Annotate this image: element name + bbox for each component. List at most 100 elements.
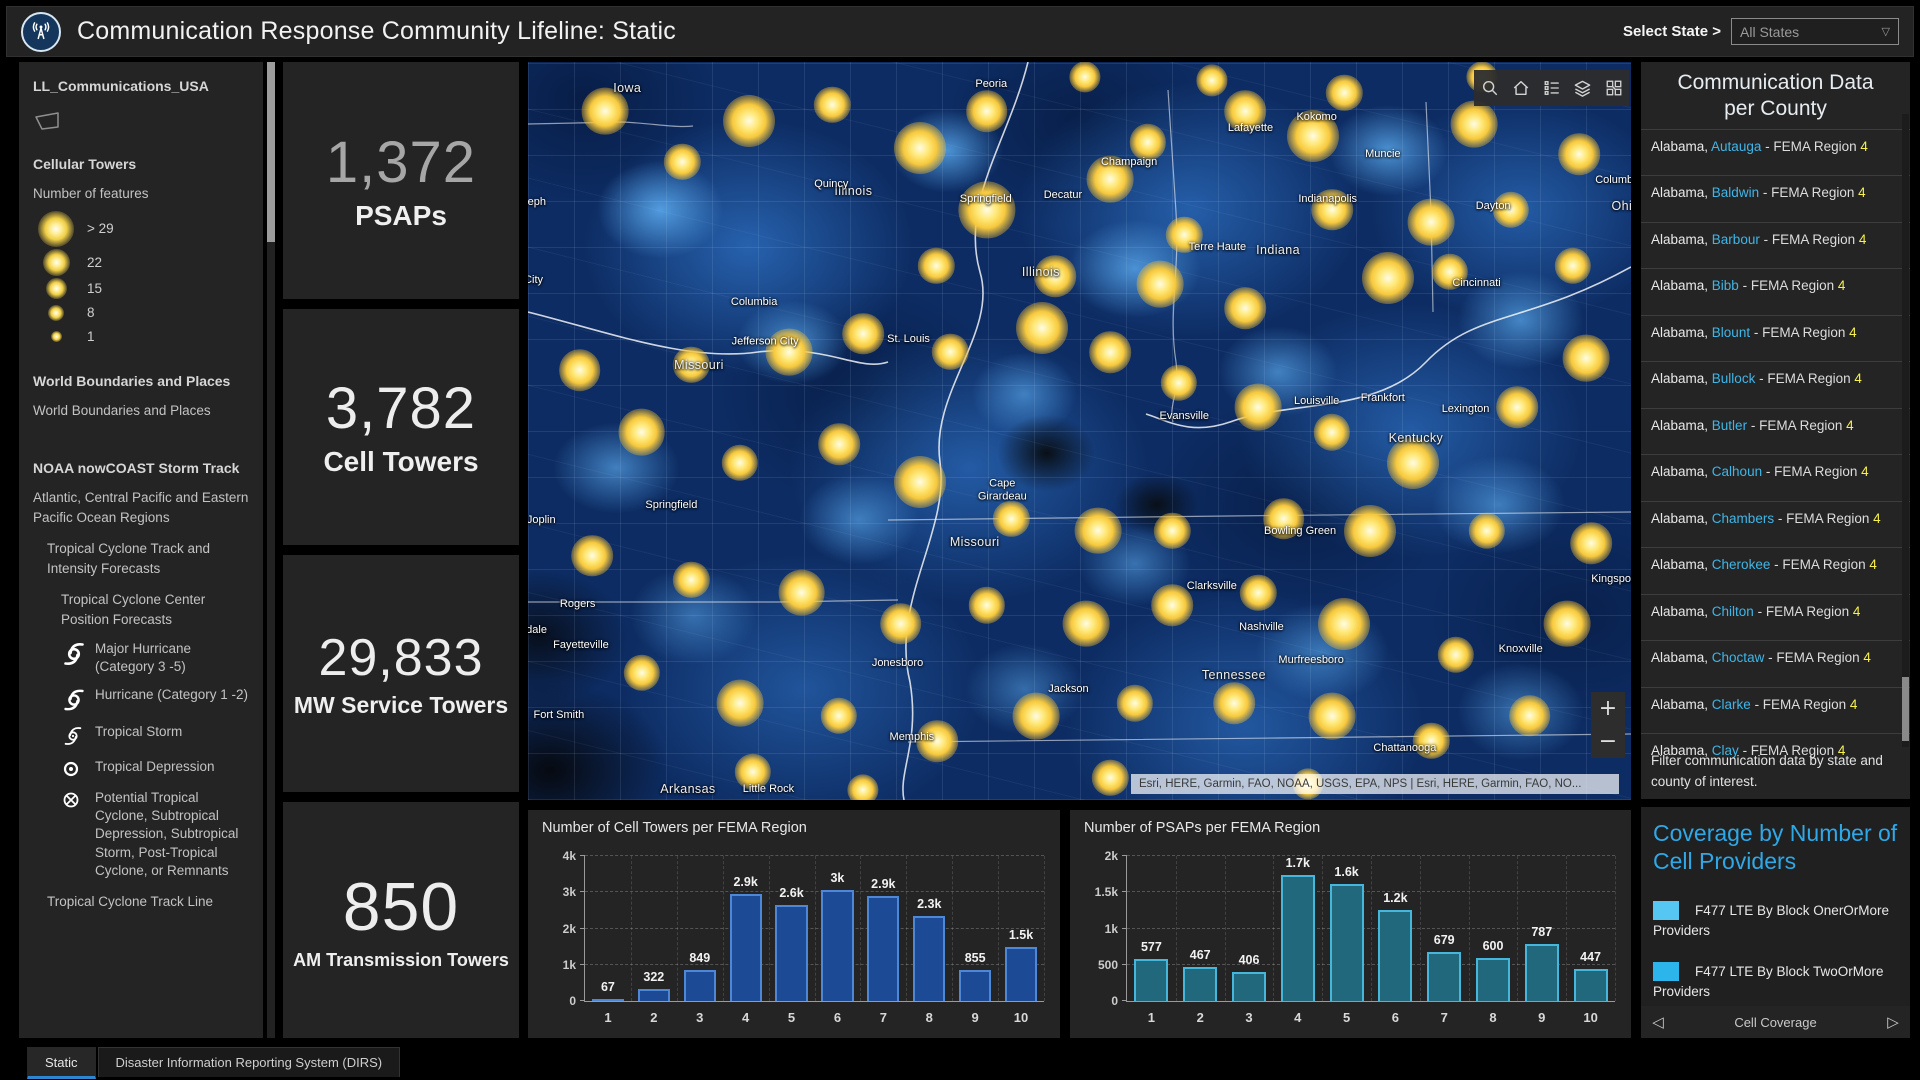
cellular-density-dot xyxy=(33,325,79,349)
cell-tower-cluster xyxy=(1240,574,1276,610)
bar-region-4[interactable] xyxy=(730,894,762,1001)
cellular-density-dot xyxy=(33,248,79,277)
county-suffix: - FEMA Region xyxy=(1763,185,1858,200)
county-row[interactable]: Alabama, Blount - FEMA Region 4 xyxy=(1641,315,1910,362)
cell-tower-cluster xyxy=(1166,216,1202,252)
county-name: Calhoun xyxy=(1712,464,1766,479)
county-scrollbar[interactable] xyxy=(1902,114,1909,747)
city-label: Frankfort xyxy=(1361,392,1405,404)
view-tabs: StaticDisaster Information Reporting Sys… xyxy=(27,1047,400,1079)
state-dropdown[interactable]: All States ▽ xyxy=(1731,18,1899,45)
zoom-in-button[interactable]: + xyxy=(1591,692,1625,725)
bar-region-1[interactable] xyxy=(1134,959,1168,1001)
county-filter-note: Filter communication data by state and c… xyxy=(1651,750,1894,793)
county-state: Alabama, xyxy=(1651,650,1712,665)
city-label: Quincy xyxy=(814,178,848,190)
cell-tower-cluster xyxy=(1092,760,1128,796)
gridline xyxy=(677,856,678,1001)
zoom-out-button[interactable]: − xyxy=(1591,725,1625,758)
bar-value-label: 787 xyxy=(1517,925,1566,939)
cell-tower-cluster xyxy=(1558,133,1600,175)
scrollbar-thumb[interactable] xyxy=(267,62,275,242)
county-row[interactable]: Alabama, Calhoun - FEMA Region 4 xyxy=(1641,454,1910,501)
county-name: Chilton xyxy=(1712,604,1758,619)
county-state: Alabama, xyxy=(1651,557,1712,572)
next-arrow-button[interactable]: ▷ xyxy=(1876,1013,1910,1031)
county-suffix: - FEMA Region xyxy=(1766,464,1861,479)
county-name: Choctaw xyxy=(1712,650,1768,665)
bar-region-5[interactable] xyxy=(1330,884,1364,1001)
tab-disaster-information-reporting-system-dirs[interactable]: Disaster Information Reporting System (D… xyxy=(98,1047,401,1077)
county-row[interactable]: Alabama, Barbour - FEMA Region 4 xyxy=(1641,222,1910,269)
city-label: Bowling Green xyxy=(1264,525,1336,537)
cell-tower-cluster xyxy=(582,88,629,135)
tropical-storm-icon xyxy=(61,723,87,748)
bar-region-7[interactable] xyxy=(867,896,899,1001)
bar-region-3[interactable] xyxy=(1232,972,1266,1001)
legend-label: F477 LTE By Block OnerOrMore Providers xyxy=(1653,903,1889,938)
bar-value-label: 1.2k xyxy=(1371,891,1420,905)
cell-tower-cluster xyxy=(1554,247,1590,283)
cell-tower-cluster xyxy=(1287,110,1339,162)
bar-region-2[interactable] xyxy=(1183,967,1217,1001)
tab-static[interactable]: Static xyxy=(27,1047,96,1079)
county-row[interactable]: Alabama, Choctaw - FEMA Region 4 xyxy=(1641,640,1910,687)
county-row[interactable]: Alabama, Chambers - FEMA Region 4 xyxy=(1641,501,1910,548)
layers-icon[interactable] xyxy=(1567,70,1598,106)
x-axis-tick-label: 8 xyxy=(1469,1010,1518,1025)
bar-region-3[interactable] xyxy=(684,970,716,1001)
bar-region-6[interactable] xyxy=(821,890,853,1001)
bar-value-label: 406 xyxy=(1225,953,1274,967)
legend-feature-row: 22 xyxy=(33,248,249,277)
bar-region-10[interactable] xyxy=(1574,969,1608,1001)
gridline xyxy=(1469,856,1470,1001)
x-axis-tick-label: 7 xyxy=(860,1010,906,1025)
bar-region-1[interactable] xyxy=(592,999,624,1001)
cell-tower-cluster xyxy=(1437,636,1473,672)
bar-value-label: 322 xyxy=(631,970,677,984)
bar-region-5[interactable] xyxy=(775,905,807,1001)
county-row[interactable]: Alabama, Butler - FEMA Region 4 xyxy=(1641,408,1910,455)
county-state: Alabama, xyxy=(1651,418,1712,433)
cell-tower-cluster xyxy=(1314,414,1350,450)
scrollbar-thumb[interactable] xyxy=(1902,677,1909,741)
y-axis-tick-label: 0 xyxy=(1111,994,1118,1008)
home-icon[interactable] xyxy=(1505,70,1536,106)
bar-region-7[interactable] xyxy=(1427,952,1461,1001)
state-label: Arkansas xyxy=(660,782,715,796)
bar-region-9[interactable] xyxy=(1525,944,1559,1001)
axis-tick xyxy=(1122,928,1127,929)
county-row[interactable]: Alabama, Chilton - FEMA Region 4 xyxy=(1641,594,1910,641)
bar-region-6[interactable] xyxy=(1378,910,1412,1001)
legend-icon[interactable] xyxy=(1536,70,1567,106)
search-icon[interactable] xyxy=(1474,70,1505,106)
bar-region-9[interactable] xyxy=(959,970,991,1001)
fema-region-number: 4 xyxy=(1869,557,1877,572)
legend-feature-row: 15 xyxy=(33,277,249,301)
county-row[interactable]: Alabama, Bullock - FEMA Region 4 xyxy=(1641,361,1910,408)
county-row[interactable]: Alabama, Bibb - FEMA Region 4 xyxy=(1641,268,1910,315)
coverage-nav: ◁ Cell Coverage ▷ xyxy=(1641,1006,1910,1038)
gridline xyxy=(1615,856,1616,1001)
county-row[interactable]: Alabama, Clarke - FEMA Region 4 xyxy=(1641,687,1910,734)
cell-tower-cluster xyxy=(1116,685,1152,721)
bar-region-4[interactable] xyxy=(1281,875,1315,1001)
potential-cyclone-icon xyxy=(61,789,87,880)
bar-region-8[interactable] xyxy=(913,916,945,1001)
x-axis-tick-label: 2 xyxy=(631,1010,677,1025)
cell-tower-cluster xyxy=(1562,335,1609,382)
county-row[interactable]: Alabama, Cherokee - FEMA Region 4 xyxy=(1641,547,1910,594)
bar-region-2[interactable] xyxy=(638,989,670,1001)
bar-region-8[interactable] xyxy=(1476,958,1510,1002)
bar-region-10[interactable] xyxy=(1005,947,1037,1001)
axis-tick xyxy=(1122,964,1127,965)
coverage-map[interactable]: IowaIllinoisIllinoisMissouriMissouriIndi… xyxy=(528,62,1631,800)
city-label: Cape Girardeau xyxy=(966,477,1038,502)
basemap-icon[interactable] xyxy=(1598,70,1629,106)
major-hurricane-icon xyxy=(61,640,87,676)
county-row[interactable]: Alabama, Baldwin - FEMA Region 4 xyxy=(1641,175,1910,222)
prev-arrow-button[interactable]: ◁ xyxy=(1641,1013,1675,1031)
county-row[interactable]: Alabama, Autauga - FEMA Region 4 xyxy=(1641,129,1910,176)
state-boundary-lines xyxy=(528,62,1631,800)
sidebar-scrollbar[interactable] xyxy=(267,62,275,1038)
